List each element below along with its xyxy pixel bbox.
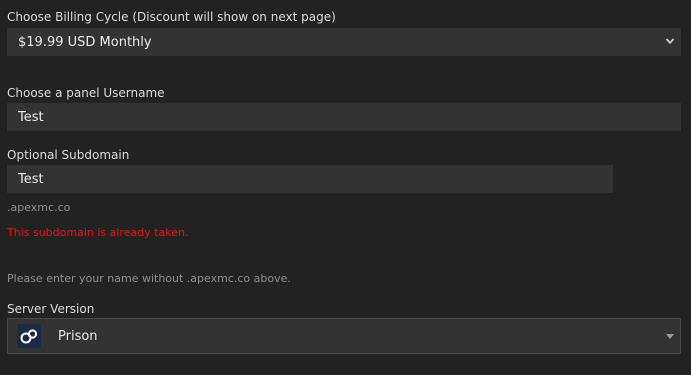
- subdomain-suffix: .apexmc.co: [7, 201, 71, 214]
- username-field[interactable]: Test: [7, 103, 681, 131]
- order-configuration-form: Choose Billing Cycle (Discount will show…: [0, 0, 691, 375]
- billing-cycle-value: $19.99 USD Monthly: [18, 34, 152, 50]
- billing-cycle-select[interactable]: $19.99 USD Monthly: [7, 28, 681, 56]
- billing-cycle-label: Choose Billing Cycle (Discount will show…: [7, 10, 336, 24]
- username-value: Test: [18, 109, 44, 125]
- subdomain-error-message: This subdomain is already taken.: [7, 226, 189, 239]
- subdomain-label: Optional Subdomain: [7, 148, 130, 162]
- handcuffs-icon: [17, 324, 41, 348]
- subdomain-field[interactable]: Test: [7, 165, 613, 193]
- server-version-select[interactable]: Prison: [7, 318, 681, 354]
- server-version-label: Server Version: [7, 302, 95, 316]
- server-version-value: Prison: [58, 328, 98, 344]
- username-label: Choose a panel Username: [7, 86, 165, 100]
- chevron-down-icon: [665, 38, 675, 45]
- subdomain-help-text: Please enter your name without .apexmc.c…: [7, 272, 291, 285]
- subdomain-value: Test: [18, 171, 44, 187]
- caret-down-icon: [666, 334, 674, 339]
